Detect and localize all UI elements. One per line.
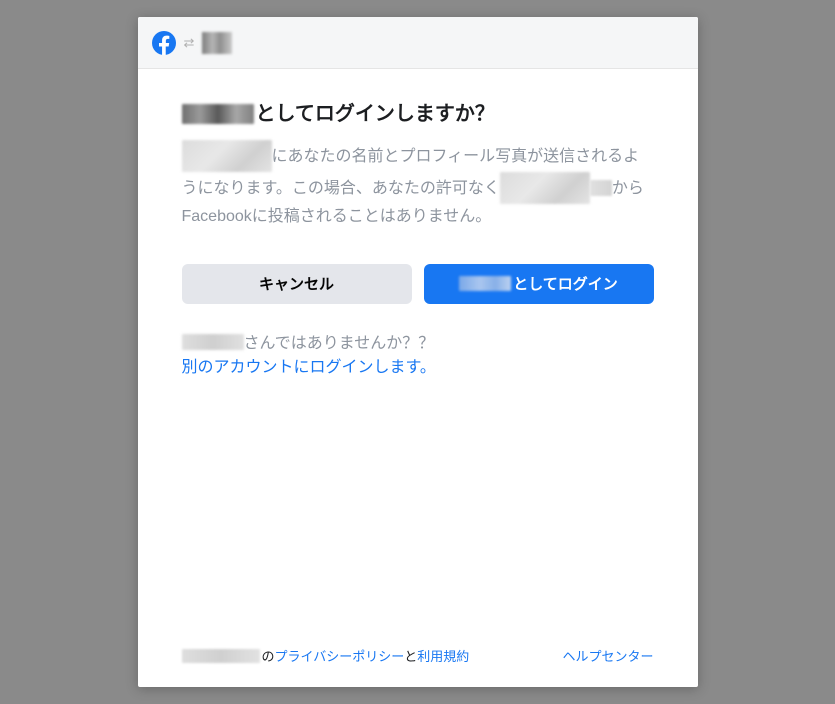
title-text: としてログインしますか？ — [256, 101, 495, 127]
cancel-button-label: キャンセル — [259, 273, 334, 294]
login-button-label: としてログイン — [513, 273, 618, 294]
help-center-link[interactable]: ヘルプセンター — [562, 646, 653, 665]
action-buttons: キャンセル としてログイン — [182, 264, 654, 304]
terms-link[interactable]: 利用規約 — [417, 646, 469, 665]
redacted-app-name-2 — [500, 172, 590, 204]
not-you-section: さんではありませんか？？ 別のアカウントにログインします。 — [182, 332, 654, 380]
facebook-logo-icon — [152, 31, 176, 55]
arrow-right-left-icon: ⇄ — [184, 36, 195, 49]
dialog-title: としてログインしますか？ — [182, 101, 654, 127]
privacy-policy-link[interactable]: プライバシーポリシー — [275, 646, 405, 665]
redacted-app-name-3 — [590, 180, 612, 196]
redacted-app-name-footer — [182, 649, 260, 663]
login-button[interactable]: としてログイン — [424, 264, 654, 304]
redacted-app-name — [182, 140, 272, 172]
redacted-current-user — [182, 334, 244, 350]
facebook-oauth-dialog: ⇄ としてログインしますか？ にあなたの名前とプロフィール写真が送信されるように… — [138, 17, 698, 687]
dialog-footer: の プライバシーポリシー と 利用規約 ヘルプセンター — [138, 646, 698, 687]
cancel-button[interactable]: キャンセル — [182, 264, 412, 304]
redacted-login-user — [459, 276, 511, 291]
footer-legal: の プライバシーポリシー と 利用規約 — [182, 646, 470, 665]
dialog-description: にあなたの名前とプロフィール写真が送信されるようになります。この場合、あなたの許… — [182, 141, 654, 230]
redacted-user-name — [182, 104, 254, 124]
dialog-header: ⇄ — [138, 17, 698, 69]
not-you-text: さんではありませんか？？ — [244, 335, 435, 352]
third-party-app-icon — [202, 32, 232, 54]
dialog-content: としてログインしますか？ にあなたの名前とプロフィール写真が送信されるようになり… — [138, 69, 698, 646]
footer-and: と — [404, 646, 417, 665]
switch-account-link[interactable]: 別のアカウントにログインします。 — [182, 356, 436, 380]
footer-possessive: の — [262, 646, 275, 665]
